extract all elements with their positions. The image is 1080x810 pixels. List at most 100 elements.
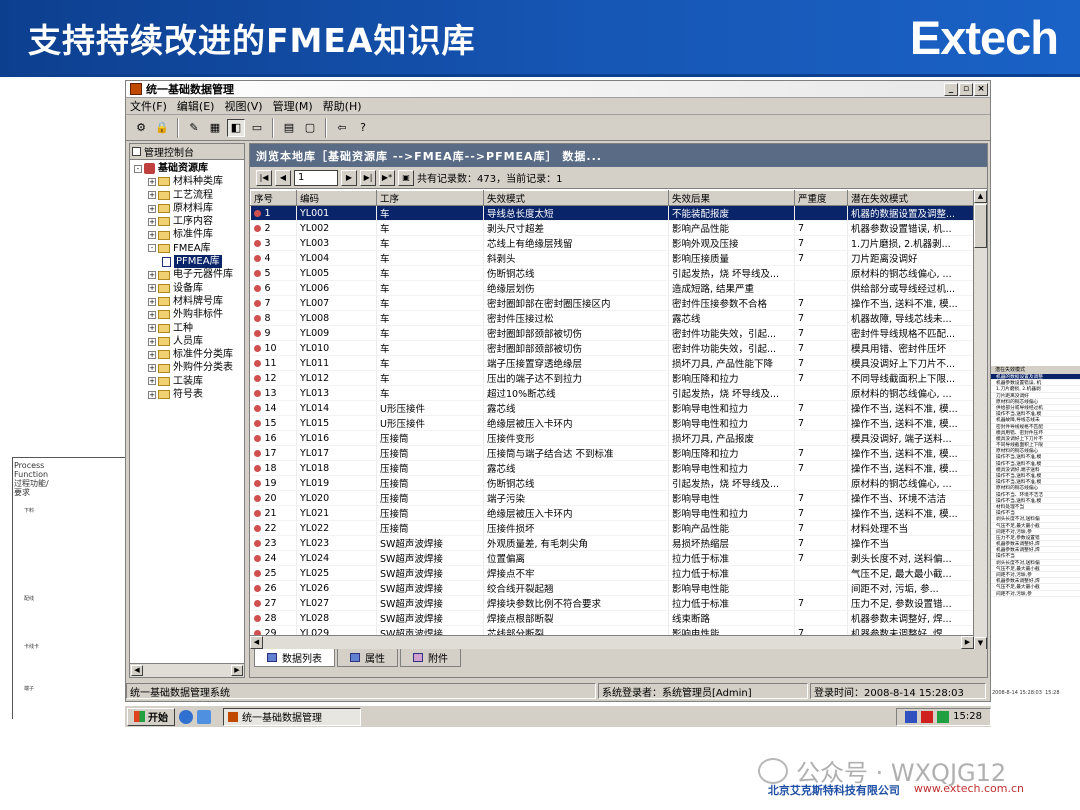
layout-bottom-icon[interactable]: ▭ [248,119,266,137]
minimize-button[interactable]: _ [944,82,958,96]
tab-attachments[interactable]: 附件 [400,649,461,667]
column-header[interactable]: 序号 [250,190,297,206]
next-record-icon[interactable]: ▶ [341,169,357,186]
column-header[interactable]: 潜在失效模式 [847,190,974,206]
table-row[interactable]: 27 YL027 SW超声波焊接 焊接块参数比例不符合要求 拉力低于标准 7 压力不足, 参… [250,595,974,611]
scroll-up-icon[interactable]: ▲ [974,190,987,203]
table-row[interactable]: 1 YL001 车导线总长度太短 不能装配报废 机器的数据设置及调整... [250,205,974,221]
expand-icon[interactable]: + [148,310,156,319]
tree-item[interactable]: - FMEA库 [134,242,244,255]
connect-icon[interactable]: ⚙ [132,119,150,137]
start-button[interactable]: 开始 [127,707,175,726]
tree-item[interactable]: + 材料牌号库 [134,295,244,308]
prev-record-icon[interactable]: ◀ [275,169,291,186]
tree-item[interactable]: + 材料种类库 [134,175,244,188]
expand-icon[interactable]: + [148,337,156,346]
tree-item[interactable]: + 标准件库 [134,228,244,241]
desktop-icon[interactable] [197,709,211,724]
scroll-right-icon[interactable]: ▶ [961,636,974,649]
tree-item[interactable]: + 原材料库 [134,202,244,215]
taskbar-app-button[interactable]: 统一基础数据管理 [223,707,361,726]
tree-item[interactable]: + 工种 [134,322,244,335]
tools-icon[interactable]: ✎ [185,119,203,137]
ie-icon[interactable] [179,709,193,724]
tab-properties[interactable]: 属性 [337,649,398,667]
table-row[interactable]: 3 YL003 车芯线上有绝缘层残留 影响外观及压接 7 1.刀片磨损, 2.机器剥... [250,235,974,251]
expand-icon[interactable]: + [148,271,156,280]
table-row[interactable]: 10 YL010 车密封圈卸部颈部被切伤 密封件功能失效，引起... 7 模具用错、密封件… [250,340,974,356]
scroll-left-icon[interactable]: ◀ [250,636,263,649]
table-vertical-scrollbar[interactable]: ▲ ▼ [973,190,987,650]
collapse-icon[interactable]: - [134,164,142,173]
tree-item[interactable]: + 外购件分类表 [134,361,244,374]
tree-item[interactable]: + 工艺流程 [134,189,244,202]
expand-icon[interactable]: + [148,231,156,240]
table-row[interactable]: 24 YL024 SW超声波焊接 位置偏离 拉力低于标准 7 剥头长度不对, 送料偏... [250,550,974,566]
layout-left-icon[interactable]: ◧ [227,118,245,137]
new-record-icon[interactable]: ▶* [379,169,395,186]
table-row[interactable]: 21 YL021 压接筒 绝缘层被压入卡环内 影响导电性和拉力 7 操作不当, 送料不准, … [250,505,974,521]
volume-icon[interactable] [937,710,950,723]
table-row[interactable]: 13 YL013 车超过10%断芯线 引起发热，烧 坏导线及... 原材料的铜芯线偏心,… [250,385,974,401]
tree-item[interactable]: PFMEA库 [134,255,244,269]
expand-icon[interactable]: + [148,297,156,306]
expand-icon[interactable]: + [148,177,156,186]
console-tab[interactable]: 管理控制台 [130,144,244,160]
expand-icon[interactable]: + [148,377,156,386]
tree-item[interactable]: + 设备库 [134,282,244,295]
exit-icon[interactable]: ⇦ [333,119,351,137]
scroll-thumb[interactable] [974,204,987,248]
expand-icon[interactable]: + [148,364,156,373]
menu-manage[interactable]: 管理(M) [273,98,313,114]
collapse-icon[interactable]: - [148,244,156,253]
lock-icon[interactable]: 🔒 [153,119,171,137]
table-row[interactable]: 9 YL009 车密封圈卸部颈部被切伤 密封件功能失效，引起... 7 密封件导线规格不匹… [250,325,974,341]
menu-help[interactable]: 帮助(H) [323,98,362,114]
first-record-icon[interactable]: |◀ [256,169,272,186]
table-horizontal-scrollbar[interactable]: ◀ ▶ [250,635,974,649]
tree-item[interactable]: + 工装库 [134,375,244,388]
tree-item[interactable]: + 电子元器件库 [134,268,244,281]
tree-item[interactable]: + 人员库 [134,335,244,348]
network-icon[interactable] [905,710,918,723]
window-titlebar[interactable]: 统一基础数据管理 _ ▫ × [126,81,990,98]
table-row[interactable]: 2 YL002 车剥头尺寸超差 影响产品性能 7 机器参数设置错误, 机... [250,220,974,236]
table-row[interactable]: 17 YL017 压接筒 压接筒与端子结合达 不到标准 影响压降和拉力 7 操作不当, 送料… [250,445,974,461]
expand-icon[interactable]: + [148,204,156,213]
table-row[interactable]: 20 YL020 压接筒 端子污染 影响导电性 7 操作不当、环境不洁洁 [250,490,974,506]
table-row[interactable]: 19 YL019 压接筒 伤断铜芯线 引起发热，烧 坏导线及... 原材料的铜芯线偏心, … [250,475,974,491]
page-input[interactable]: 1 [294,169,338,186]
column-header[interactable]: 失效模式 [483,190,669,206]
tree-item[interactable]: + 工序内容 [134,215,244,228]
table-row[interactable]: 5 YL005 车伤断铜芯线 引起发热，烧 坏导线及... 原材料的铜芯线偏心, ... [250,265,974,281]
column-header[interactable]: 工序 [376,190,484,206]
tree-horizontal-scrollbar[interactable]: ◀ ▶ [130,663,244,677]
tree-root[interactable]: - 基础资源库 [134,162,244,175]
expand-icon[interactable]: + [148,350,156,359]
table-row[interactable]: 22 YL022 压接筒 压接件损坏 影响产品性能 7 材料处理不当 [250,520,974,536]
table-row[interactable]: 23 YL023 SW超声波焊接 外观质量差, 有毛刺尖角 易损坏热缩层 7 操作不当 [250,535,974,551]
column-header[interactable]: 失效后果 [668,190,795,206]
last-record-icon[interactable]: ▶| [360,169,376,186]
table-row[interactable]: 16 YL016 压接筒 压接件变形 损坏刀具, 产品报废 模具没调好, 端子送料... [250,430,974,446]
column-header[interactable]: 严重度 [794,190,848,206]
table-row[interactable]: 7 YL007 车密封圈卸部在密封圈压接区内 密封件压接参数不合格 7 操作不当, 送料不… [250,295,974,311]
table-row[interactable]: 28 YL028 SW超声波焊接 焊接点根部断裂 线束断路 机器参数未调整好, 焊... [250,610,974,626]
table-row[interactable]: 25 YL025 SW超声波焊接 焊接点不牢 拉力低于标准 气压不足, 最大最小截... [250,565,974,581]
menu-edit[interactable]: 编辑(E) [177,98,215,114]
table-row[interactable]: 15 YL015 U形压接件 绝缘层被压入卡环内 影响导电性和拉力 7 操作不当, 送料不准… [250,415,974,431]
save-icon[interactable]: ▣ [398,169,414,186]
column-header[interactable]: 编码 [296,190,377,206]
tree-item[interactable]: + 外购非标件 [134,308,244,321]
close-button[interactable]: × [974,82,988,96]
table-row[interactable]: 26 YL026 SW超声波焊接 绞合线开裂起翘 影响导电性能 间距不对, 污垢, 参..… [250,580,974,596]
table-row[interactable]: 12 YL012 车压出的端子达不到拉力 影响压降和拉力 7 不同导线截面积上下限... [250,370,974,386]
table-row[interactable]: 14 YL014 U形压接件 露芯线 影响导电性和拉力 7 操作不当, 送料不准, 模... [250,400,974,416]
scroll-left-icon[interactable]: ◀ [131,665,143,676]
expand-icon[interactable]: + [148,217,156,226]
expand-icon[interactable]: + [148,324,156,333]
tree-item[interactable]: + 符号表 [134,388,244,401]
expand-icon[interactable]: + [148,390,156,399]
table-row[interactable]: 18 YL018 压接筒 露芯线 影响导电性和拉力 7 操作不当, 送料不准, 模... [250,460,974,476]
tab-data-list[interactable]: 数据列表 [254,649,335,667]
